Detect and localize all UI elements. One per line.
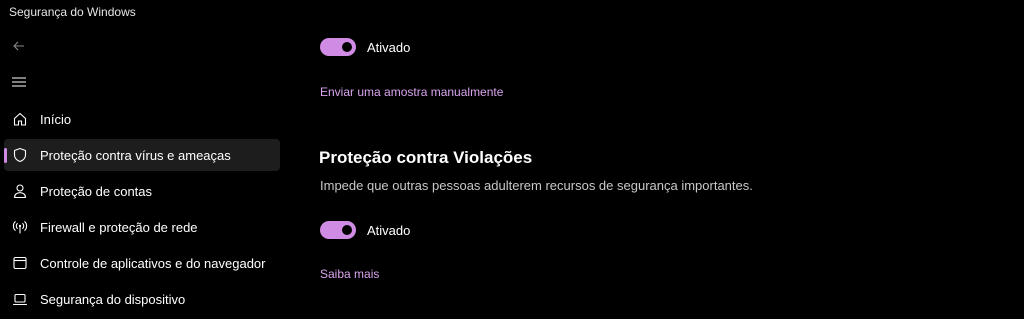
sample-submission-toggle-row: Ativado <box>320 38 410 56</box>
toggle-knob <box>342 225 352 235</box>
back-button[interactable] <box>8 37 30 57</box>
back-arrow-icon <box>13 38 25 56</box>
tamper-protection-toggle-row: Ativado <box>320 221 410 239</box>
shield-icon <box>12 147 28 163</box>
hamburger-menu-icon <box>12 74 26 92</box>
person-icon <box>12 183 28 199</box>
nav-item-app-browser-control[interactable]: Controle de aplicativos e do navegador <box>4 247 280 279</box>
nav-item-label: Controle de aplicativos e do navegador <box>40 255 266 271</box>
submit-sample-link[interactable]: Enviar uma amostra manualmente <box>320 85 503 99</box>
nav-item-firewall[interactable]: Firewall e proteção de rede <box>4 211 280 243</box>
sample-submission-toggle[interactable] <box>320 38 356 56</box>
antenna-icon <box>12 219 28 235</box>
toggle-knob <box>342 42 352 52</box>
sidebar-nav: Início Proteção contra vírus e ameaças P… <box>0 103 284 319</box>
nav-item-device-security[interactable]: Segurança do dispositivo <box>4 283 280 315</box>
nav-item-virus-protection[interactable]: Proteção contra vírus e ameaças <box>4 139 280 171</box>
app-title: Segurança do Windows <box>9 5 136 19</box>
selection-indicator <box>4 148 7 163</box>
tamper-protection-toggle[interactable] <box>320 221 356 239</box>
nav-item-label: Proteção de contas <box>40 183 153 199</box>
home-icon <box>12 111 28 127</box>
nav-item-home[interactable]: Início <box>4 103 280 135</box>
learn-more-link[interactable]: Saiba mais <box>320 267 379 281</box>
nav-item-label: Firewall e proteção de rede <box>40 219 198 235</box>
nav-item-label: Proteção contra vírus e ameaças <box>40 147 231 163</box>
laptop-icon <box>12 291 28 307</box>
tamper-protection-title: Proteção contra Violações <box>319 148 533 167</box>
nav-item-label: Início <box>40 111 72 127</box>
nav-item-label: Segurança do dispositivo <box>40 291 186 307</box>
toggle-state-label: Ativado <box>367 39 411 55</box>
browser-window-icon <box>12 255 28 271</box>
nav-item-account-protection[interactable]: Proteção de contas <box>4 175 280 207</box>
hamburger-menu-button[interactable] <box>8 73 30 93</box>
toggle-state-label: Ativado <box>367 222 411 238</box>
tamper-protection-description: Impede que outras pessoas adulterem recu… <box>320 178 753 193</box>
